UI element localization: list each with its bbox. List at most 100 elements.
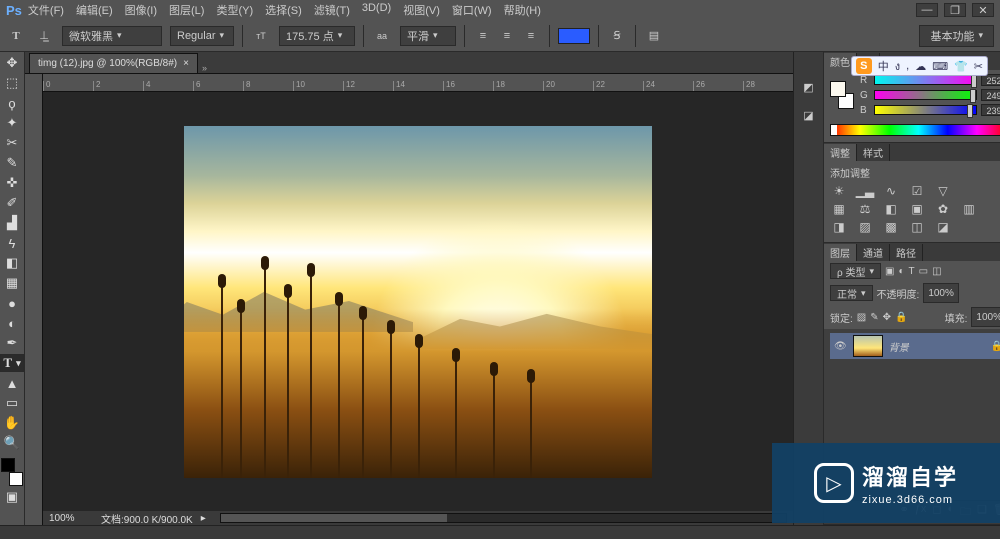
ime-logo-icon[interactable]: S: [856, 58, 872, 74]
layer-thumbnail[interactable]: [853, 335, 883, 357]
healing-tool[interactable]: ✜: [0, 174, 24, 192]
menu-image[interactable]: 图像(I): [125, 2, 157, 18]
opacity-input[interactable]: 100%: [923, 283, 959, 303]
history-brush-tool[interactable]: ϟ: [0, 234, 24, 252]
g-slider[interactable]: [874, 90, 977, 100]
background-color[interactable]: [9, 472, 23, 486]
b-value[interactable]: 239: [981, 104, 1000, 116]
filter-adjust-icon[interactable]: ◐: [898, 266, 904, 277]
adj-invert-icon[interactable]: ◨: [830, 220, 848, 234]
adj-levels-icon[interactable]: ▁▃: [856, 184, 874, 198]
horizontal-ruler[interactable]: 0 2 4 6 8 10 12 14 16 18 20 22 24 26 28: [43, 74, 793, 92]
menu-view[interactable]: 视图(V): [403, 2, 440, 18]
layer-filter-kind[interactable]: ρ 类型: [830, 263, 881, 279]
adj-mixer-icon[interactable]: ✿: [934, 202, 952, 216]
tab-overflow-icon[interactable]: »: [202, 63, 214, 73]
menu-help[interactable]: 帮助(H): [504, 2, 541, 18]
zoom-tool[interactable]: 🔍: [0, 434, 24, 452]
adj-exposure-icon[interactable]: ☑: [908, 184, 926, 198]
adj-gradient-icon[interactable]: ◫: [908, 220, 926, 234]
menu-edit[interactable]: 编辑(E): [76, 2, 113, 18]
tool-preset-icon[interactable]: T: [6, 26, 26, 46]
canvas-viewport[interactable]: [43, 92, 793, 511]
foreground-color[interactable]: [1, 458, 15, 472]
history-panel-icon[interactable]: ◩: [800, 78, 818, 96]
properties-panel-icon[interactable]: ◪: [800, 106, 818, 124]
adj-bw-icon[interactable]: ◧: [882, 202, 900, 216]
panel-swatches[interactable]: [830, 81, 854, 109]
close-tab-icon[interactable]: ×: [183, 58, 189, 69]
fill-input[interactable]: 100%: [971, 307, 1000, 327]
orientation-toggle-icon[interactable]: ⊥̲: [34, 26, 54, 46]
layer-row-background[interactable]: 👁 背景 🔒: [830, 333, 1000, 359]
menu-select[interactable]: 选择(S): [265, 2, 302, 18]
doc-info[interactable]: 文档:900.0 K/900.0K: [101, 511, 193, 526]
lock-all-icon[interactable]: 🔒: [895, 312, 907, 323]
layer-name[interactable]: 背景: [889, 339, 909, 354]
filter-smart-icon[interactable]: ◫: [932, 266, 941, 277]
marquee-tool[interactable]: ⬚: [0, 74, 24, 92]
lock-transparent-icon[interactable]: ▨: [857, 312, 866, 323]
zoom-level[interactable]: 100%: [49, 513, 93, 524]
adj-hue-icon[interactable]: ▦: [830, 202, 848, 216]
ime-skin-icon[interactable]: 👕: [954, 60, 968, 73]
menu-3d[interactable]: 3D(D): [362, 2, 391, 18]
pen-tool[interactable]: ✒: [0, 334, 24, 352]
menu-layer[interactable]: 图层(L): [169, 2, 204, 18]
ime-cloud-icon[interactable]: ☁: [915, 60, 926, 73]
color-swatches[interactable]: [1, 458, 23, 486]
hand-tool[interactable]: ✋: [0, 414, 24, 432]
eraser-tool[interactable]: ◧: [0, 254, 24, 272]
blur-tool[interactable]: ●: [0, 294, 24, 312]
adj-threshold-icon[interactable]: ▩: [882, 220, 900, 234]
ime-toolbar[interactable]: S 中 ง , ☁ ⌨ 👕 ✂: [851, 56, 988, 76]
adj-brightness-icon[interactable]: ☀: [830, 184, 848, 198]
warp-text-icon[interactable]: Ꞩ: [607, 26, 627, 46]
color-spectrum[interactable]: [830, 124, 1000, 136]
font-size-select[interactable]: 175.75 点: [279, 26, 355, 46]
align-right-icon[interactable]: ≡: [521, 26, 541, 46]
filter-type-icon[interactable]: T: [909, 266, 915, 277]
menu-filter[interactable]: 滤镜(T): [314, 2, 350, 18]
quick-select-tool[interactable]: ✦: [0, 114, 24, 132]
document-tab[interactable]: timg (12).jpg @ 100%(RGB/8#) ×: [29, 53, 198, 73]
ime-keyboard-icon[interactable]: ⌨: [932, 60, 948, 73]
close-button[interactable]: ✕: [972, 3, 994, 17]
visibility-icon[interactable]: 👁: [834, 341, 847, 352]
adj-curves-icon[interactable]: ∿: [882, 184, 900, 198]
tab-channels[interactable]: 通道: [857, 244, 890, 261]
vertical-ruler[interactable]: [25, 74, 43, 525]
g-value[interactable]: 249: [981, 89, 1000, 101]
filter-pixel-icon[interactable]: ▣: [885, 266, 894, 277]
doc-info-flyout-icon[interactable]: ▸: [201, 513, 206, 524]
tab-adjustments[interactable]: 调整: [824, 144, 857, 161]
menu-window[interactable]: 窗口(W): [452, 2, 492, 18]
eyedropper-tool[interactable]: ✎: [0, 154, 24, 172]
dodge-tool[interactable]: ◐: [0, 314, 24, 332]
text-color-swatch[interactable]: [558, 28, 590, 44]
workspace-switcher[interactable]: 基本功能: [919, 25, 994, 47]
menu-file[interactable]: 文件(F): [28, 2, 64, 18]
ime-moon-icon[interactable]: ง: [895, 57, 900, 75]
path-select-tool[interactable]: ▲: [0, 374, 24, 392]
horizontal-scrollbar[interactable]: [220, 513, 787, 523]
ime-tool-icon[interactable]: ✂: [974, 60, 983, 73]
maximize-button[interactable]: ❐: [944, 3, 966, 17]
adj-lookup-icon[interactable]: ▥: [960, 202, 978, 216]
b-slider[interactable]: [874, 105, 977, 115]
crop-tool[interactable]: ✂: [0, 134, 24, 152]
tab-paths[interactable]: 路径: [890, 244, 923, 261]
shape-tool[interactable]: ▭: [0, 394, 24, 412]
font-family-select[interactable]: 微软雅黑: [62, 26, 162, 46]
gradient-tool[interactable]: ▦: [0, 274, 24, 292]
lock-position-icon[interactable]: ✥: [883, 312, 891, 323]
tab-styles[interactable]: 样式: [857, 144, 890, 161]
adj-posterize-icon[interactable]: ▨: [856, 220, 874, 234]
filter-shape-icon[interactable]: ▭: [919, 266, 928, 277]
tab-layers[interactable]: 图层: [824, 244, 857, 261]
adj-vibrance-icon[interactable]: ▽: [934, 184, 952, 198]
minimize-button[interactable]: —: [916, 3, 938, 17]
move-tool[interactable]: ✥: [0, 54, 24, 72]
menu-type[interactable]: 类型(Y): [216, 2, 253, 18]
anti-alias-select[interactable]: 平滑: [400, 26, 456, 46]
